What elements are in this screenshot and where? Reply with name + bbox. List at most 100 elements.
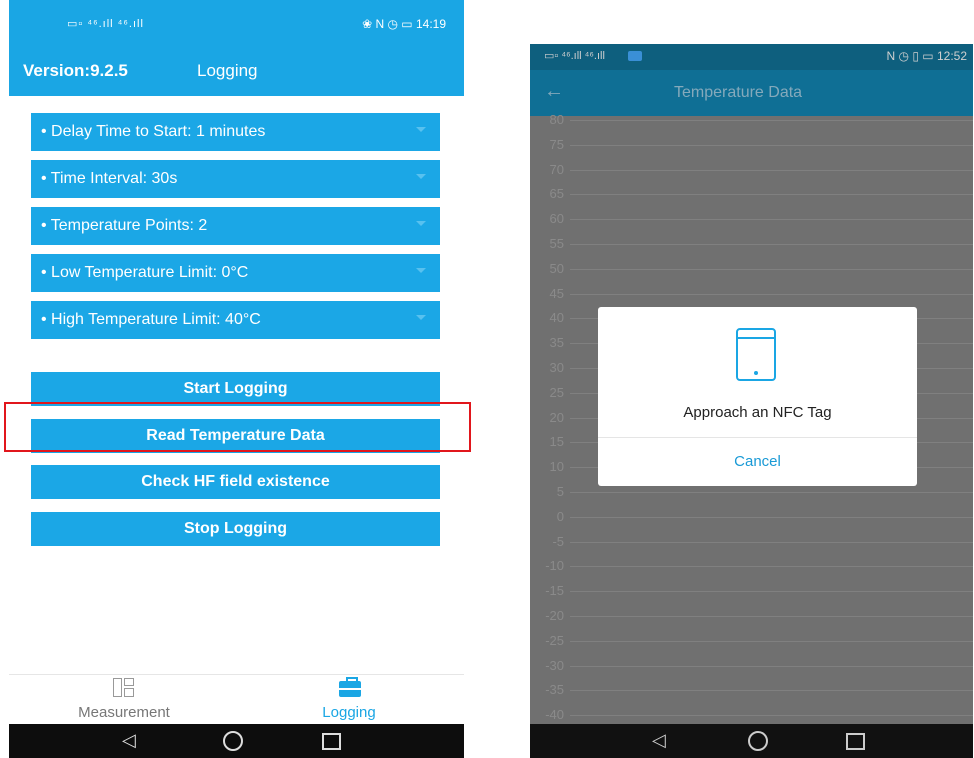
gridline xyxy=(570,492,973,493)
y-tick-label: 55 xyxy=(549,236,564,251)
dialog-message: Approach an NFC Tag xyxy=(683,404,832,421)
back-triangle-icon[interactable]: ◁ xyxy=(652,730,666,751)
gridline xyxy=(570,244,973,245)
y-tick-label: 25 xyxy=(549,384,564,400)
y-tick-label: 45 xyxy=(549,285,564,301)
back-arrow-icon[interactable]: ← xyxy=(544,80,564,103)
gridline xyxy=(570,120,973,121)
y-tick-label: 40 xyxy=(549,310,564,326)
briefcase-icon xyxy=(339,677,361,697)
status-time: 14:19 xyxy=(415,17,446,31)
y-tick-label: 70 xyxy=(549,161,564,177)
y-tick-label: 15 xyxy=(549,434,564,450)
dashboard-icon xyxy=(113,678,135,698)
status-right: N ◷ ▯ ▭ 12:52 xyxy=(887,49,967,63)
home-circle-icon[interactable] xyxy=(223,731,243,751)
highlight-box xyxy=(4,402,471,452)
right-phone-screen: ▭▫ ⁴⁶.ıll ⁴⁶.ıll N ◷ ▯ ▭ 12:52 ← Tempera… xyxy=(530,44,973,758)
y-tick-label: 10 xyxy=(549,459,564,475)
gridline xyxy=(570,715,973,717)
gridline xyxy=(570,268,973,270)
version-label: Version:9.2.5 xyxy=(23,61,128,80)
gridline xyxy=(570,219,973,221)
y-tick-label: 75 xyxy=(549,136,564,152)
bottom-tab-bar: Measurement Logging xyxy=(9,674,464,724)
y-tick-label: 65 xyxy=(549,186,564,202)
left-phone-screen: ▭▫ ⁴⁶.ıll ⁴⁶.ıll ❀ N ◷ ▭ 14:19 Version:9… xyxy=(9,0,464,758)
setting-time-interval[interactable]: • Time Interval: 30s xyxy=(31,160,440,198)
signal-icons: ▭▫ ⁴⁶.ıll ⁴⁶.ıll xyxy=(67,18,144,30)
app-header: Version:9.2.5 Logging xyxy=(9,48,464,96)
gridline xyxy=(570,566,973,568)
page-title: Temperature Data xyxy=(674,84,803,101)
y-tick-label: -5 xyxy=(552,533,564,549)
check-hf-field-button[interactable]: Check HF field existence xyxy=(31,465,440,499)
status-right: ❀ N ◷ ▭ 14:19 xyxy=(362,17,446,31)
system-nav-bar: ◁ xyxy=(9,724,464,758)
status-icons: N ◷ ▯ ▭ xyxy=(886,49,934,63)
dropdown-arrow-icon xyxy=(416,268,426,273)
gridline xyxy=(570,169,973,171)
stop-logging-button[interactable]: Stop Logging xyxy=(31,512,440,546)
tab-measurement[interactable]: Measurement xyxy=(49,675,199,725)
setting-delay-time[interactable]: • Delay Time to Start: 1 minutes xyxy=(31,113,440,151)
setting-label: • Delay Time to Start: 1 minutes xyxy=(41,123,266,140)
system-nav-bar: ◁ xyxy=(530,724,973,758)
tab-label: Measurement xyxy=(78,704,170,721)
setting-label: • Temperature Points: 2 xyxy=(41,217,208,234)
recents-square-icon[interactable] xyxy=(322,733,341,750)
y-tick-label: -15 xyxy=(545,583,564,599)
setting-low-temp-limit[interactable]: • Low Temperature Limit: 0°C xyxy=(31,254,440,292)
tab-logging[interactable]: Logging xyxy=(274,675,424,725)
gridline xyxy=(570,194,973,196)
start-logging-button[interactable]: Start Logging xyxy=(31,372,440,406)
gridline xyxy=(570,541,973,543)
phone-icon xyxy=(736,328,776,381)
gridline xyxy=(570,665,973,667)
dialog-divider xyxy=(598,437,917,438)
nfc-dialog: Approach an NFC Tag Cancel xyxy=(598,307,917,486)
page-title: Logging xyxy=(197,61,258,80)
status-bar: ▭▫ ⁴⁶.ıll ⁴⁶.ıll ❀ N ◷ ▭ 14:19 xyxy=(9,0,464,48)
app-header: ← Temperature Data xyxy=(530,70,973,116)
dropdown-arrow-icon xyxy=(416,315,426,320)
app-notification-icon xyxy=(628,51,642,61)
y-tick-label: -40 xyxy=(545,707,564,723)
gridline xyxy=(570,293,973,295)
y-tick-label: 30 xyxy=(549,360,564,375)
cancel-button[interactable]: Cancel xyxy=(598,453,917,470)
y-tick-label: 20 xyxy=(549,409,564,425)
y-tick-label: -10 xyxy=(545,558,564,574)
gridline xyxy=(570,516,973,518)
y-tick-label: -30 xyxy=(545,657,564,673)
gridline xyxy=(570,640,973,642)
back-triangle-icon[interactable]: ◁ xyxy=(122,730,136,751)
setting-temperature-points[interactable]: • Temperature Points: 2 xyxy=(31,207,440,245)
dropdown-arrow-icon xyxy=(416,174,426,179)
recents-square-icon[interactable] xyxy=(846,733,865,750)
gridline xyxy=(570,690,973,692)
setting-label: • Time Interval: 30s xyxy=(41,170,178,187)
gridline xyxy=(570,591,973,593)
status-time: 12:52 xyxy=(936,49,967,63)
y-tick-label: 35 xyxy=(549,335,564,351)
y-tick-label: 5 xyxy=(556,484,564,499)
y-tick-label: 50 xyxy=(549,260,564,276)
status-icons: ❀ N ◷ ▭ xyxy=(362,17,413,31)
y-tick-label: 60 xyxy=(549,211,564,227)
gridline xyxy=(570,144,973,146)
setting-label: • Low Temperature Limit: 0°C xyxy=(41,264,249,281)
status-bar: ▭▫ ⁴⁶.ıll ⁴⁶.ıll N ◷ ▯ ▭ 12:52 xyxy=(530,44,973,70)
y-tick-label: -20 xyxy=(545,608,564,623)
tab-label: Logging xyxy=(322,704,376,721)
y-tick-label: -25 xyxy=(545,632,564,648)
setting-high-temp-limit[interactable]: • High Temperature Limit: 40°C xyxy=(31,301,440,339)
home-circle-icon[interactable] xyxy=(748,731,768,751)
y-tick-label: 0 xyxy=(556,508,564,524)
gridline xyxy=(570,616,973,617)
signal-icons: ▭▫ ⁴⁶.ıll ⁴⁶.ıll xyxy=(544,50,605,62)
dropdown-arrow-icon xyxy=(416,221,426,226)
setting-label: • High Temperature Limit: 40°C xyxy=(41,311,261,328)
dropdown-arrow-icon xyxy=(416,127,426,132)
y-tick-label: -35 xyxy=(545,682,564,698)
